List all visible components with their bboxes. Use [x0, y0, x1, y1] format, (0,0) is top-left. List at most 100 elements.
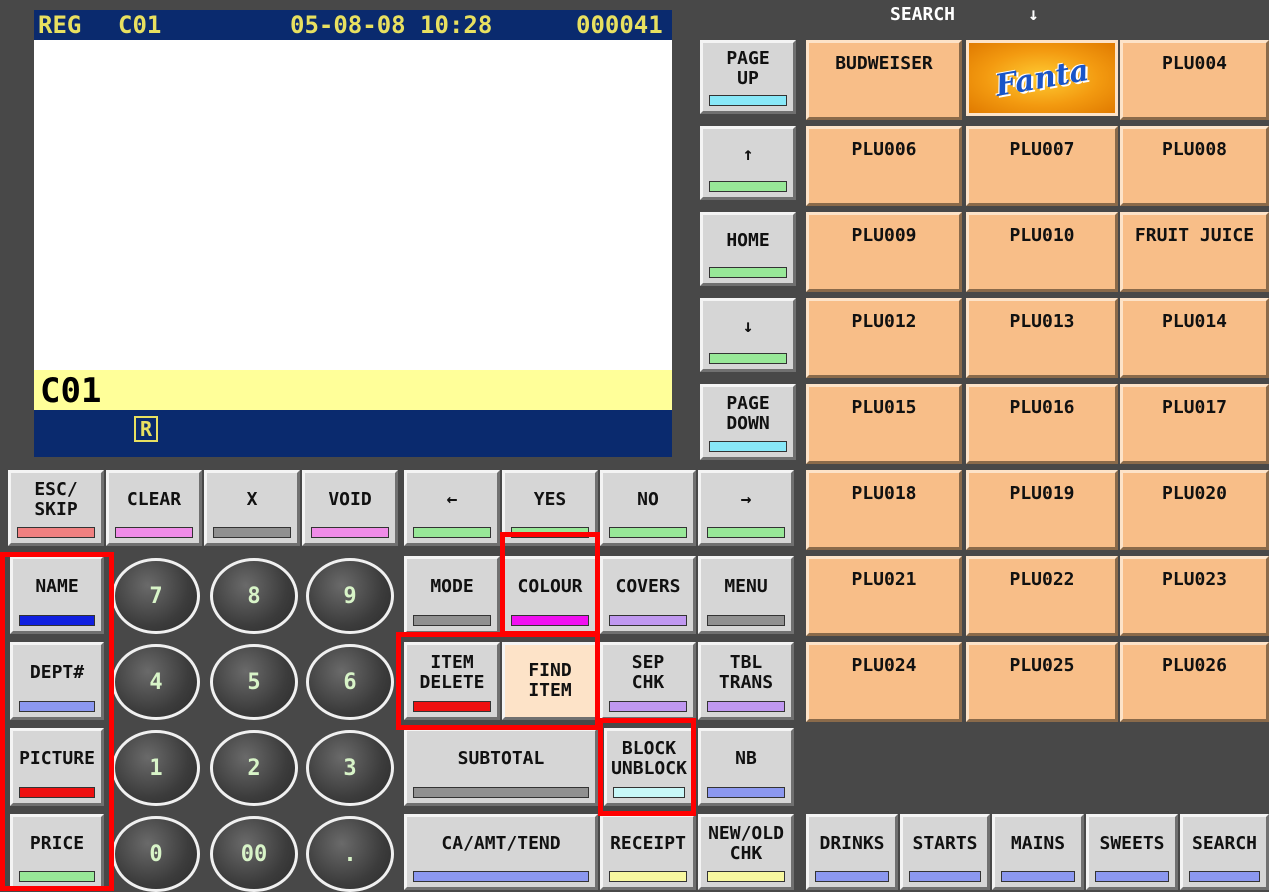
no-button[interactable]: NO	[600, 470, 696, 546]
plu-button[interactable]: FRUIT JUICE	[1120, 212, 1269, 292]
clerk-bar	[34, 370, 672, 410]
key-2[interactable]: 2	[210, 730, 298, 806]
drinks-label: DRINKS	[819, 833, 885, 854]
key-8[interactable]: 8	[210, 558, 298, 634]
colour-bar	[707, 527, 785, 538]
plu-button[interactable]: PLU021	[806, 556, 962, 636]
key-1[interactable]: 1	[112, 730, 200, 806]
colour-bar	[707, 787, 785, 798]
plu-button[interactable]: PLU007	[966, 126, 1118, 206]
colour-bar	[413, 871, 589, 882]
plu-button[interactable]: PLU018	[806, 470, 962, 550]
page-up-button[interactable]: PAGE UP	[700, 40, 796, 114]
scroll-down-button[interactable]: ↓	[700, 298, 796, 372]
plu-button[interactable]: PLU004	[1120, 40, 1269, 120]
category-starts-button[interactable]: STARTS	[900, 814, 990, 890]
mode-button[interactable]: MODE	[404, 556, 500, 634]
key-7[interactable]: 7	[112, 558, 200, 634]
key-5[interactable]: 5	[210, 644, 298, 720]
tbl-trans-button[interactable]: TBL TRANS	[698, 642, 794, 720]
nb-label: NB	[735, 748, 757, 769]
plu-button[interactable]: BUDWEISER	[806, 40, 962, 120]
plu-button[interactable]: PLU023	[1120, 556, 1269, 636]
plu-button[interactable]: PLU008	[1120, 126, 1269, 206]
colour-bar	[709, 95, 787, 106]
plu-button[interactable]: PLU019	[966, 470, 1118, 550]
key-4[interactable]: 4	[112, 644, 200, 720]
home-button[interactable]: HOME	[700, 212, 796, 286]
home-label: HOME	[726, 230, 770, 251]
mode-label: REG	[38, 11, 82, 39]
key-00[interactable]: 00	[210, 816, 298, 892]
plu-button[interactable]: PLU016	[966, 384, 1118, 464]
highlight-block-unblock	[598, 718, 696, 816]
plu-button[interactable]: PLU020	[1120, 470, 1269, 550]
ca-amt-tend-button[interactable]: CA/AMT/TEND	[404, 814, 598, 890]
plu-button[interactable]: PLU025	[966, 642, 1118, 722]
receipt-button[interactable]: RECEIPT	[600, 814, 696, 890]
key-6[interactable]: 6	[306, 644, 394, 720]
new-old-chk-label: NEW/OLD CHK	[708, 823, 784, 864]
search-label: SEARCH	[1191, 833, 1258, 854]
plu-button[interactable]: PLU014	[1120, 298, 1269, 378]
scroll-up-button[interactable]: ↑	[700, 126, 796, 200]
right-arrow-icon: →	[740, 489, 752, 510]
plu-button[interactable]: PLU012	[806, 298, 962, 378]
plu-fanta-button[interactable]: Fanta	[966, 40, 1118, 116]
plu-button[interactable]: PLU009	[806, 212, 962, 292]
colour-bar	[213, 527, 291, 538]
plu-button[interactable]: PLU017	[1120, 384, 1269, 464]
mode-label: MODE	[430, 576, 474, 597]
search-header: SEARCH	[890, 4, 956, 25]
plu-button[interactable]: PLU022	[966, 556, 1118, 636]
clear-label: CLEAR	[126, 489, 182, 510]
menu-label: MENU	[724, 576, 768, 597]
x-label: X	[246, 489, 258, 510]
category-mains-button[interactable]: MAINS	[992, 814, 1084, 890]
esc-skip-label: ESC/ SKIP	[34, 479, 78, 520]
receipt-display: REG C01 05-08-08 10:28 000041 C01 R	[34, 10, 672, 457]
category-search-button[interactable]: SEARCH	[1180, 814, 1269, 890]
key-3[interactable]: 3	[306, 730, 394, 806]
page-down-label: PAGE DOWN	[726, 393, 770, 434]
menu-button[interactable]: MENU	[698, 556, 794, 634]
colour-bar	[707, 871, 785, 882]
plu-button[interactable]: PLU015	[806, 384, 962, 464]
colour-bar	[17, 527, 95, 538]
colour-bar	[707, 615, 785, 626]
page-down-button[interactable]: PAGE DOWN	[700, 384, 796, 460]
esc-skip-button[interactable]: ESC/ SKIP	[8, 470, 104, 546]
cursor-left-button[interactable]: ←	[404, 470, 500, 546]
plu-button[interactable]: PLU006	[806, 126, 962, 206]
fanta-logo-icon: Fanta	[992, 52, 1092, 104]
sep-chk-button[interactable]: SEP CHK	[600, 642, 696, 720]
colour-bar	[1189, 871, 1260, 882]
plu-button[interactable]: PLU026	[1120, 642, 1269, 722]
highlight-colour	[500, 532, 600, 636]
starts-label: STARTS	[912, 833, 978, 854]
key-dot[interactable]: .	[306, 816, 394, 892]
clear-button[interactable]: CLEAR	[106, 470, 202, 546]
key-0[interactable]: 0	[112, 816, 200, 892]
plu-button[interactable]: PLU010	[966, 212, 1118, 292]
category-sweets-button[interactable]: SWEETS	[1086, 814, 1178, 890]
category-drinks-button[interactable]: DRINKS	[806, 814, 898, 890]
key-9[interactable]: 9	[306, 558, 394, 634]
tbl-trans-label: TBL TRANS	[718, 652, 774, 693]
plu-button[interactable]: PLU013	[966, 298, 1118, 378]
up-arrow-icon: ↑	[742, 144, 754, 165]
receipt-number: 000041	[576, 11, 663, 39]
plu-button[interactable]: PLU024	[806, 642, 962, 722]
cursor-right-button[interactable]: →	[698, 470, 794, 546]
new-old-chk-button[interactable]: NEW/OLD CHK	[698, 814, 794, 890]
x-button[interactable]: X	[204, 470, 300, 546]
nb-button[interactable]: NB	[698, 728, 794, 806]
receipt-mark-icon: R	[134, 416, 158, 442]
colour-bar	[1095, 871, 1169, 882]
subtotal-button[interactable]: SUBTOTAL	[404, 728, 598, 806]
colour-bar	[609, 871, 687, 882]
colour-bar	[115, 527, 193, 538]
void-button[interactable]: VOID	[302, 470, 398, 546]
covers-button[interactable]: COVERS	[600, 556, 696, 634]
no-label: NO	[637, 489, 659, 510]
